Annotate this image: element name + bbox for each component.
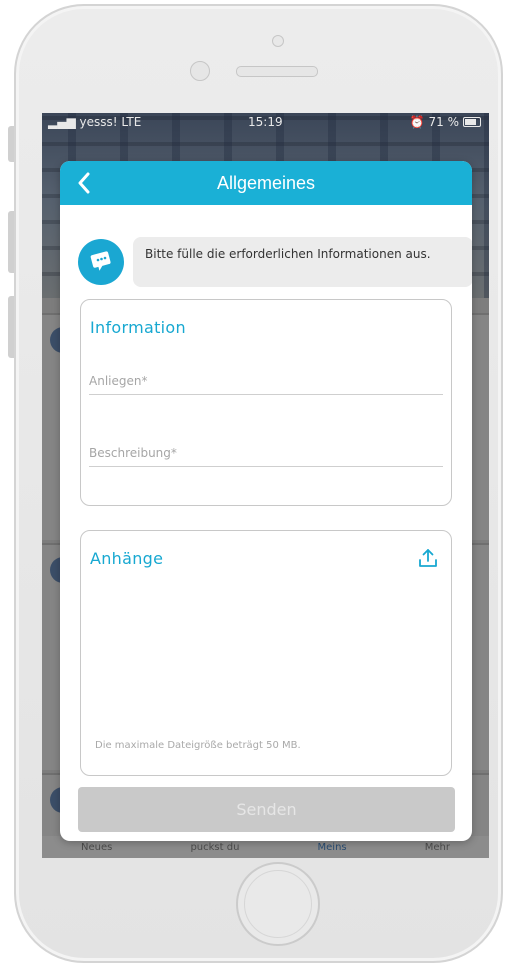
front-camera <box>272 35 284 47</box>
carrier-label: ▂▄▆ yesss! LTE <box>48 115 142 129</box>
status-bar: ▂▄▆ yesss! LTE 15:19 ⏰ 71 % <box>42 113 489 131</box>
earpiece-speaker <box>236 66 318 77</box>
signal-icon: ▂▄▆ <box>48 115 80 129</box>
information-section: Information <box>80 299 452 506</box>
modal-title: Allgemeines <box>216 172 316 193</box>
modal-header: Allgemeines <box>60 161 472 205</box>
tab-mehr: Mehr <box>424 841 450 853</box>
tab-puckst-du: puckst du <box>190 841 240 853</box>
description-input[interactable] <box>89 446 443 467</box>
upload-button[interactable] <box>417 547 439 569</box>
attachments-title: Anhänge <box>90 549 164 568</box>
proximity-sensor <box>190 61 210 81</box>
attachments-section: Anhänge Die maximale Dateigröße beträgt … <box>80 530 452 776</box>
tab-meins: Meins <box>317 841 347 853</box>
send-button[interactable]: Senden <box>78 787 455 832</box>
info-text: Bitte fülle die erforderlichen Informati… <box>133 237 472 287</box>
max-file-size-note: Die maximale Dateigröße beträgt 50 MB. <box>95 740 301 751</box>
volume-down-button <box>8 296 14 358</box>
alarm-icon: ⏰ <box>409 115 425 129</box>
battery-status: ⏰ 71 % <box>410 115 481 129</box>
chevron-left-icon <box>78 172 90 194</box>
mute-switch <box>8 126 14 162</box>
information-title: Information <box>90 318 186 337</box>
info-message: Bitte fülle die erforderlichen Informati… <box>78 237 472 289</box>
status-time: 15:19 <box>248 115 283 129</box>
volume-up-button <box>8 211 14 273</box>
phone-screen: Neues puckst du Meins Mehr ▂▄▆ yesss! LT… <box>42 113 489 858</box>
chat-bubble-icon <box>78 239 124 285</box>
battery-icon <box>463 117 481 127</box>
subject-input[interactable] <box>89 374 443 395</box>
back-button[interactable] <box>68 167 100 199</box>
general-form-modal: Allgemeines Bitte fülle die erforderlich… <box>60 161 472 841</box>
home-button[interactable] <box>236 862 320 946</box>
tab-neues: Neues <box>81 841 113 853</box>
upload-icon <box>419 549 437 567</box>
